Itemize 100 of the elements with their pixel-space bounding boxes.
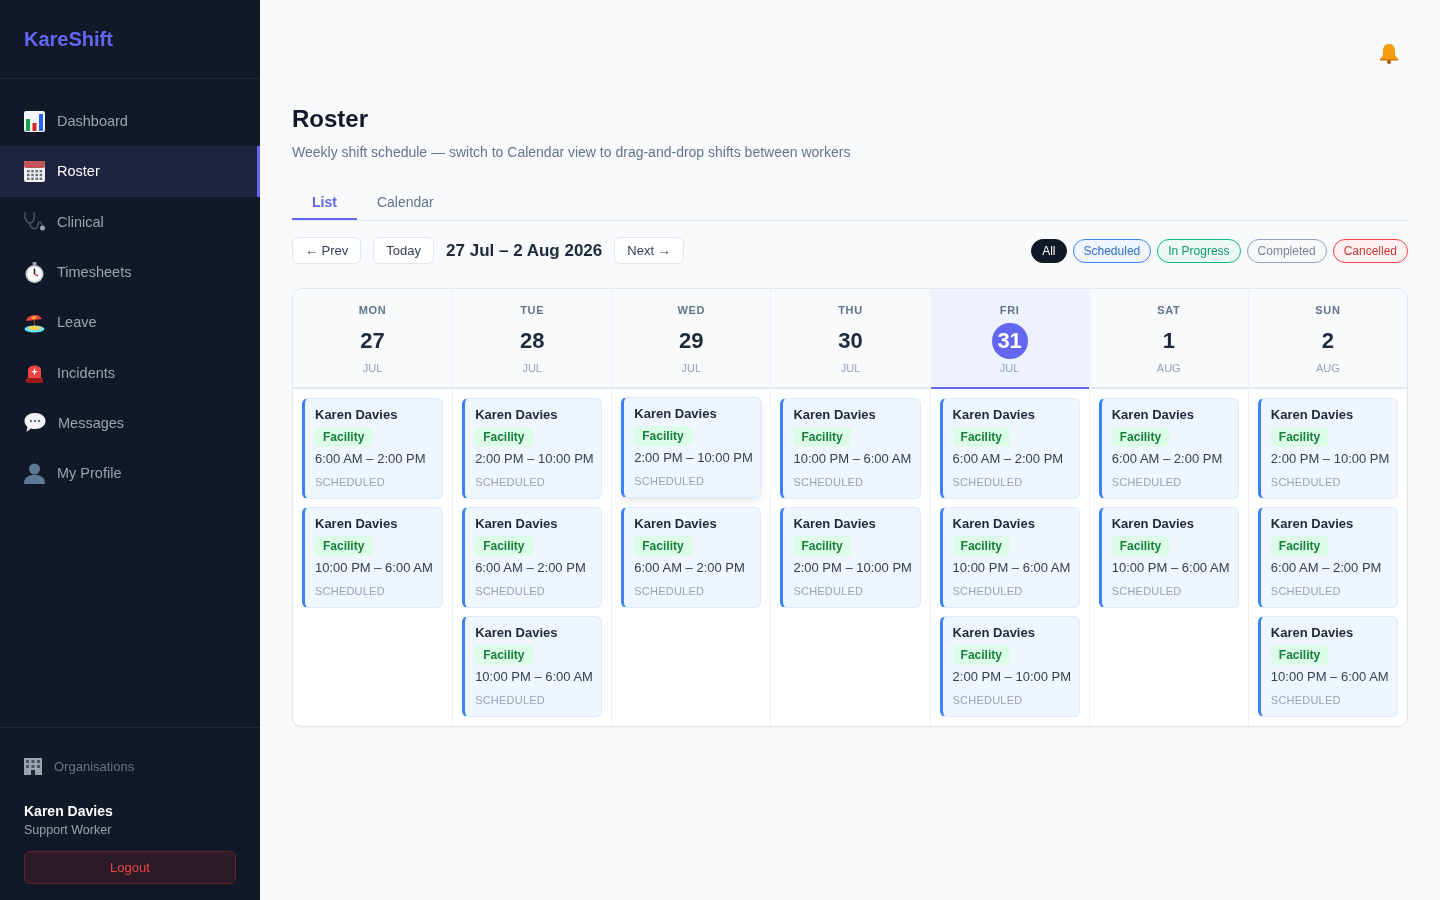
nav-item[interactable]: Clinical [0,196,260,247]
prev-button[interactable]: ← Prev [292,237,362,264]
nav-item[interactable]: Timesheets [0,246,260,298]
worker-name: Karen Davies [1270,515,1354,533]
shift-time: 6:00 AM – 2:00 PM [1111,450,1223,468]
nav-item[interactable]: Leave [0,297,260,348]
shift-card[interactable]: Karen Davies Facility 2:00 PM – 10:00 PM SCHEDULED [939,616,1080,717]
shift-status: SCHEDULED [952,584,1023,598]
month-label: JUL [362,361,383,375]
shift-status: SCHEDULED [475,693,545,707]
month-label: AUG [1316,361,1340,375]
weekday-label: MON [358,303,387,317]
shift-time: 6:00 AM – 2:00 PM [475,559,586,577]
shift-card[interactable]: Karen Davies Facility 2:00 PM – 10:00 PM SCHEDULED [462,398,603,499]
shift-status: SCHEDULED [315,584,385,598]
view-tab[interactable]: Calendar [356,182,454,220]
facility-tag: Facility [793,536,851,556]
facility-tag: Facility [793,427,851,447]
bell-icon[interactable] [1379,43,1399,64]
weekday-label: TUE [520,303,545,317]
month-label: JUL [999,361,1020,375]
worker-name: Karen Davies [952,624,1035,642]
shift-card[interactable]: Karen Davies Facility 2:00 PM – 10:00 PM SCHEDULED [1257,398,1398,499]
page-subtitle: Weekly shift schedule — switch to Calendar view to drag-and-drop shifts between workers [292,143,852,162]
shift-card[interactable]: Karen Davies Facility 10:00 PM – 6:00 AM SCHEDULED [1098,507,1239,608]
worker-name: Karen Davies [315,406,398,424]
building-icon [24,757,42,775]
shift-status: SCHEDULED [315,475,385,489]
day-number: 30 [837,327,864,355]
shift-status: SCHEDULED [952,475,1023,489]
day-number: 27 [359,327,386,355]
day-number: 29 [678,327,705,355]
shift-card[interactable]: Karen Davies Facility 6:00 AM – 2:00 PM SCHEDULED [1098,398,1239,499]
today-button[interactable]: Today [373,237,435,264]
shift-status: SCHEDULED [1270,475,1341,489]
shift-time: 2:00 PM – 10:00 PM [1270,450,1390,468]
status-filter[interactable]: In Progress [1157,238,1241,263]
facility-tag: Facility [952,645,1010,665]
shift-time: 6:00 AM – 2:00 PM [952,450,1064,468]
worker-name: Karen Davies [793,515,876,533]
worker-name: Karen Davies [793,406,876,424]
worker-name: Karen Davies [1111,406,1195,424]
facility-tag: Facility [1270,645,1329,665]
shift-time: 10:00 PM – 6:00 AM [1111,559,1230,577]
facility-tag: Facility [475,645,533,665]
nav-item[interactable]: My Profile [0,448,260,499]
shift-time: 2:00 PM – 10:00 PM [793,559,912,577]
shift-status: SCHEDULED [1111,475,1182,489]
shift-time: 2:00 PM – 10:00 PM [634,449,753,467]
nav-item[interactable]: Incidents [0,347,260,398]
status-filter[interactable]: Cancelled [1332,238,1408,263]
shift-card[interactable]: Karen Davies Facility 10:00 PM – 6:00 AM SCHEDULED [1257,616,1398,717]
shift-card[interactable]: Karen Davies Facility 6:00 AM – 2:00 PM SCHEDULED [302,398,444,499]
shift-status: SCHEDULED [475,584,545,598]
month-label: AUG [1156,361,1181,375]
shift-card[interactable]: Karen Davies Facility 2:00 PM – 10:00 PM SCHEDULED [621,397,762,498]
view-tab[interactable]: List [292,182,357,220]
shift-card[interactable]: Karen Davies Facility 6:00 AM – 2:00 PM SCHEDULED [462,507,603,608]
shift-status: SCHEDULED [793,475,864,489]
facility-tag: Facility [315,536,373,556]
shift-time: 10:00 PM – 6:00 AM [952,559,1071,577]
facility-tag: Facility [952,427,1010,447]
shift-time: 6:00 AM – 2:00 PM [315,450,426,468]
worker-name: Karen Davies [475,624,558,642]
shift-card[interactable]: Karen Davies Facility 10:00 PM – 6:00 AM SCHEDULED [302,507,444,608]
worker-name: Karen Davies [634,515,717,533]
worker-name: Karen Davies [1270,406,1354,424]
day-number: 28 [518,327,546,355]
nav-item[interactable]: Dashboard [0,96,260,147]
status-filter[interactable]: Completed [1246,238,1327,263]
shift-card[interactable]: Karen Davies Facility 10:00 PM – 6:00 AM SCHEDULED [939,507,1080,608]
facility-tag: Facility [634,536,692,556]
logout-button[interactable]: Logout [24,851,236,884]
shift-card[interactable]: Karen Davies Facility 10:00 PM – 6:00 AM SCHEDULED [780,398,921,499]
shift-time: 2:00 PM – 10:00 PM [475,450,594,468]
stethoscope-icon [24,211,45,233]
nav-item[interactable]: Messages [0,397,260,449]
status-filter[interactable]: Scheduled [1072,238,1152,263]
organisations-link[interactable]: Organisations [24,756,236,776]
shift-card[interactable]: Karen Davies Facility 6:00 AM – 2:00 PM SCHEDULED [1257,507,1398,608]
shift-card[interactable]: Karen Davies Facility 10:00 PM – 6:00 AM SCHEDULED [462,616,603,717]
facility-tag: Facility [1270,427,1329,447]
shift-status: SCHEDULED [793,584,864,598]
day-number: 31 [991,323,1028,359]
weekday-label: WED [677,303,706,317]
user-name: Karen Davies [24,802,114,820]
facility-tag: Facility [1270,536,1329,556]
facility-tag: Facility [952,536,1010,556]
shift-card[interactable]: Karen Davies Facility 6:00 AM – 2:00 PM SCHEDULED [939,398,1080,499]
shift-card[interactable]: Karen Davies Facility 2:00 PM – 10:00 PM SCHEDULED [780,507,921,608]
next-button[interactable]: Next → [614,237,684,264]
shift-card[interactable]: Karen Davies Facility 6:00 AM – 2:00 PM SCHEDULED [621,507,762,608]
nav-item[interactable]: Roster [0,146,260,197]
person-icon [24,462,45,484]
shift-time: 2:00 PM – 10:00 PM [952,668,1072,686]
shift-status: SCHEDULED [952,693,1023,707]
status-filter[interactable]: All [1031,238,1067,263]
shift-status: SCHEDULED [475,475,545,489]
worker-name: Karen Davies [315,515,398,533]
shift-status: SCHEDULED [1270,584,1341,598]
